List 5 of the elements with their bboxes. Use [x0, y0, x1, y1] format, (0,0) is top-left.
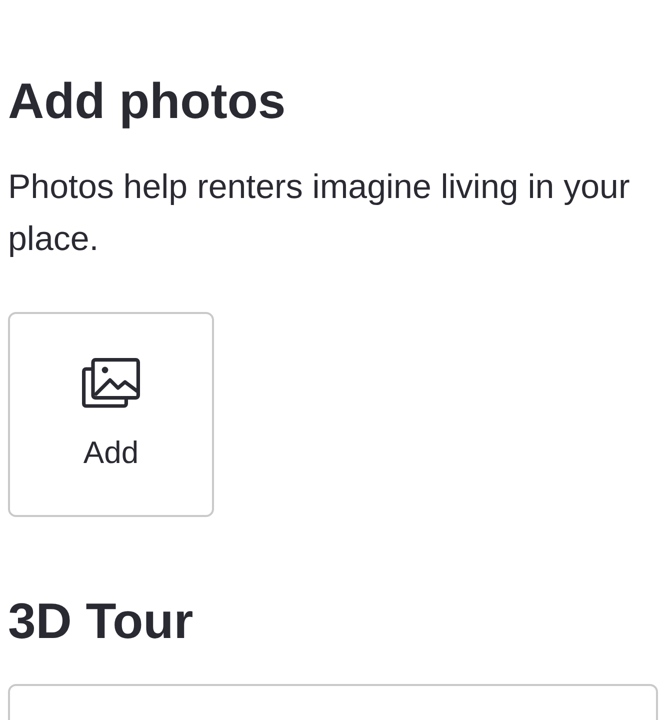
add-photo-tile[interactable]: Add: [8, 312, 214, 517]
photo-stack-icon: [82, 358, 140, 408]
section-description: Photos help renters imagine living in your place.: [8, 167, 631, 260]
section-heading: Add photos: [8, 72, 286, 131]
section-heading: 3D Tour: [8, 592, 194, 651]
